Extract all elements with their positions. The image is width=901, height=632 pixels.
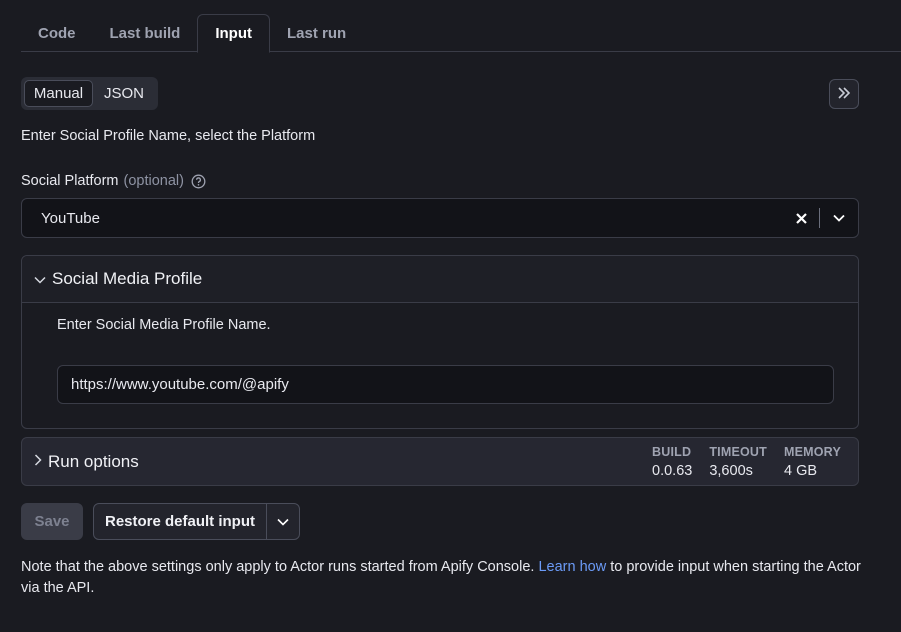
profile-section-title: Social Media Profile	[52, 269, 203, 288]
optional-tag: (optional)	[123, 173, 184, 189]
build-stat-value: 0.0.63	[652, 462, 693, 479]
console-note: Note that the above settings only apply …	[21, 557, 861, 599]
expand-panel-button[interactable]	[829, 79, 859, 109]
chevron-down-icon	[277, 513, 289, 530]
restore-default-input-button[interactable]: Restore default input	[94, 504, 267, 539]
memory-stat-value: 4 GB	[784, 462, 818, 479]
input-mode-toggle: Manual JSON	[21, 77, 158, 110]
help-icon[interactable]	[191, 174, 206, 189]
profile-section-header[interactable]: Social Media Profile	[22, 256, 858, 303]
profile-section-description: Enter Social Media Profile Name.	[57, 317, 271, 333]
platform-field-label: Social Platform (optional)	[21, 173, 206, 189]
timeout-stat-value: 3,600s	[709, 462, 753, 479]
double-chevron-right-icon	[837, 86, 851, 103]
run-options-title: Run options	[48, 451, 139, 471]
tab-last-build[interactable]: Last build	[93, 14, 198, 52]
platform-select-value: YouTube	[41, 209, 100, 227]
restore-button-group: Restore default input	[93, 503, 300, 540]
chevron-down-icon[interactable]	[820, 199, 858, 237]
note-text-start: Note that the above settings only apply …	[21, 559, 539, 575]
timeout-stat-label: TIMEOUT	[709, 444, 767, 459]
platform-label-text: Social Platform	[21, 173, 119, 189]
restore-options-dropdown[interactable]	[267, 504, 299, 539]
memory-stat-label: MEMORY	[784, 444, 841, 459]
build-stat-label: BUILD	[652, 444, 692, 459]
platform-select[interactable]: YouTube	[21, 198, 859, 238]
manual-mode-button[interactable]: Manual	[24, 80, 93, 107]
profile-url-input[interactable]	[57, 365, 834, 404]
build-stat: BUILD 0.0.63	[652, 445, 692, 479]
timeout-stat: TIMEOUT 3,600s	[709, 445, 767, 479]
learn-how-link[interactable]: Learn how	[538, 559, 606, 575]
tab-last-run[interactable]: Last run	[270, 14, 363, 52]
json-mode-button[interactable]: JSON	[93, 80, 155, 107]
tab-bar: Code Last build Input Last run	[21, 14, 901, 53]
memory-stat: MEMORY 4 GB	[784, 445, 841, 479]
profile-section: Social Media Profile Enter Social Media …	[21, 255, 859, 429]
save-button[interactable]: Save	[21, 503, 83, 540]
chevron-right-icon	[34, 453, 42, 470]
tab-code[interactable]: Code	[21, 14, 93, 52]
clear-selection-icon[interactable]	[791, 208, 811, 228]
input-description: Enter Social Profile Name, select the Pl…	[21, 128, 316, 144]
chevron-down-icon	[34, 271, 46, 288]
run-options-header[interactable]: Run options BUILD 0.0.63 TIMEOUT 3,600s …	[21, 437, 859, 486]
tab-input[interactable]: Input	[197, 14, 270, 53]
